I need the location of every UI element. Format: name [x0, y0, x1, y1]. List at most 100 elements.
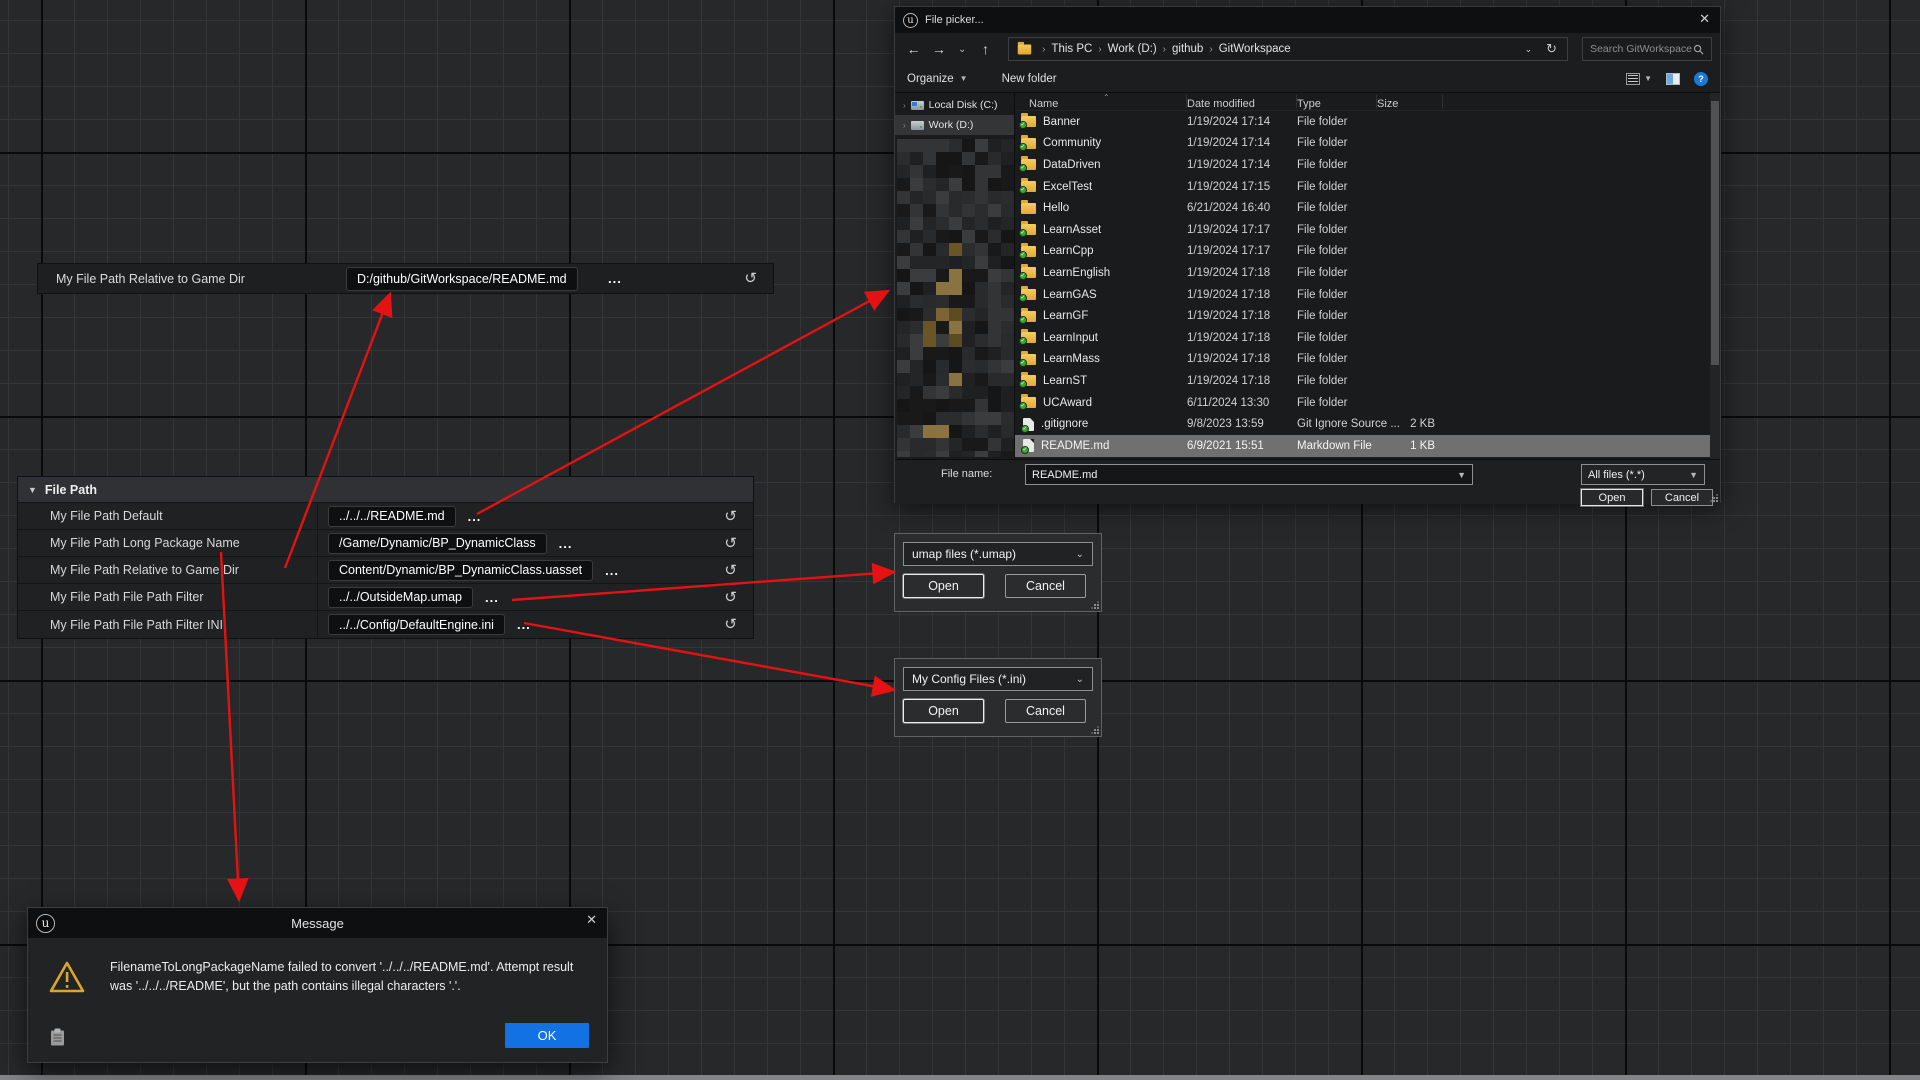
- path-value-field[interactable]: Content/Dynamic/BP_DynamicClass.uasset: [328, 560, 593, 581]
- scrollbar-thumb[interactable]: [1711, 101, 1719, 365]
- file-date-cell: 6/21/2024 16:40: [1187, 202, 1297, 214]
- ok-button[interactable]: OK: [505, 1023, 589, 1048]
- file-name-cell: ✓LearnCpp: [1015, 245, 1187, 257]
- file-row[interactable]: ✓ExcelTest1/19/2024 17:15File folder: [1015, 176, 1720, 198]
- censored-pixel: [1001, 139, 1014, 152]
- breadcrumb-segment[interactable]: This PC: [1051, 43, 1092, 55]
- censored-pixel: [962, 282, 975, 295]
- change-view-button[interactable]: ▼: [1626, 73, 1652, 85]
- file-row[interactable]: Hello6/21/2024 16:40File folder: [1015, 197, 1720, 219]
- breadcrumb-segment[interactable]: Work (D:): [1108, 43, 1157, 55]
- property-row: My File Path Default ../../../README.md..…: [18, 503, 753, 530]
- recent-locations-chevron-icon[interactable]: ⌄: [953, 44, 970, 55]
- property-label: My File Path Default: [18, 503, 318, 529]
- reset-to-default-icon[interactable]: ↺: [724, 509, 737, 524]
- cancel-button[interactable]: Cancel: [1005, 574, 1086, 598]
- file-name-input[interactable]: README.md ▼: [1025, 464, 1473, 485]
- file-row[interactable]: ✓UCAward6/11/2024 13:30File folder: [1015, 392, 1720, 414]
- path-value-field[interactable]: ../../Config/DefaultEngine.ini: [328, 614, 505, 635]
- column-header-size[interactable]: Size: [1377, 98, 1443, 110]
- file-row[interactable]: ✓LearnAsset1/19/2024 17:17File folder: [1015, 219, 1720, 241]
- back-button[interactable]: ←: [903, 41, 924, 57]
- copy-to-clipboard-icon[interactable]: [50, 1028, 65, 1046]
- address-bar[interactable]: ›This PC›Work (D:)›github›GitWorkspace ⌄…: [1008, 37, 1568, 61]
- expand-chevron-icon[interactable]: ›: [903, 101, 906, 110]
- open-button[interactable]: Open: [903, 574, 984, 598]
- message-titlebar[interactable]: u Message ✕: [28, 908, 607, 938]
- browse-ellipsis-button[interactable]: ...: [485, 590, 499, 605]
- file-row[interactable]: ✓.gitignore9/8/2023 13:59Git Ignore Sour…: [1015, 413, 1720, 435]
- path-value-field[interactable]: ../../OutsideMap.umap: [328, 587, 473, 608]
- browse-ellipsis-button[interactable]: ...: [559, 536, 573, 551]
- close-icon[interactable]: ✕: [586, 912, 597, 928]
- filter-select[interactable]: umap files (*.umap) ⌄: [903, 542, 1093, 566]
- breadcrumb-segment[interactable]: github: [1172, 43, 1203, 55]
- censored-pixel: [936, 269, 949, 282]
- address-dropdown-chevron-icon[interactable]: ⌄: [1525, 44, 1533, 55]
- git-status-badge-icon: ✓: [1021, 446, 1029, 454]
- censored-pixel: [936, 308, 949, 321]
- reset-to-default-icon[interactable]: ↺: [744, 271, 757, 286]
- reset-to-default-icon[interactable]: ↺: [724, 617, 737, 632]
- reset-to-default-icon[interactable]: ↺: [724, 590, 737, 605]
- open-button[interactable]: Open: [903, 699, 984, 723]
- close-icon[interactable]: ✕: [1699, 11, 1710, 27]
- file-row[interactable]: ✓README.md6/9/2021 15:51Markdown File1 K…: [1015, 435, 1720, 457]
- sidebar-item-work-d-[interactable]: ›Work (D:): [895, 115, 1014, 135]
- file-row[interactable]: ✓LearnEnglish1/19/2024 17:18File folder: [1015, 262, 1720, 284]
- expand-chevron-icon[interactable]: ›: [903, 121, 906, 130]
- chevron-down-icon[interactable]: ▼: [1457, 470, 1466, 480]
- reset-to-default-icon[interactable]: ↺: [724, 536, 737, 551]
- censored-pixel: [975, 308, 988, 321]
- cancel-button[interactable]: Cancel: [1005, 699, 1086, 723]
- open-button[interactable]: Open: [1581, 489, 1643, 506]
- refresh-icon[interactable]: ↻: [1546, 41, 1557, 57]
- resize-grip[interactable]: [1710, 494, 1718, 502]
- reset-to-default-icon[interactable]: ↺: [724, 563, 737, 578]
- up-button[interactable]: ↑: [975, 41, 996, 57]
- file-row[interactable]: ✓LearnGAS1/19/2024 17:18File folder: [1015, 284, 1720, 306]
- chevron-down-icon[interactable]: ⌄: [1076, 549, 1084, 560]
- breadcrumb-segment[interactable]: GitWorkspace: [1219, 43, 1291, 55]
- column-header-date[interactable]: Date modified: [1187, 98, 1297, 110]
- censored-pixel: [949, 204, 962, 217]
- file-type-select[interactable]: All files (*.*) ▼: [1581, 464, 1705, 485]
- resize-grip[interactable]: [1091, 726, 1099, 734]
- browse-ellipsis-button[interactable]: ...: [608, 271, 622, 286]
- help-icon[interactable]: ?: [1694, 72, 1708, 86]
- column-header-type[interactable]: Type: [1297, 98, 1377, 110]
- sidebar-item-local-disk-c-[interactable]: ›Local Disk (C:): [895, 95, 1014, 115]
- path-value-field[interactable]: D:/github/GitWorkspace/README.md: [346, 267, 578, 291]
- censored-pixel: [910, 204, 923, 217]
- file-row[interactable]: ✓DataDriven1/19/2024 17:14File folder: [1015, 154, 1720, 176]
- file-row[interactable]: ✓Banner1/19/2024 17:14File folder: [1015, 111, 1720, 133]
- file-name: LearnGF: [1043, 310, 1088, 322]
- resize-grip[interactable]: [1091, 601, 1099, 609]
- search-input[interactable]: Search GitWorkspace: [1582, 37, 1712, 61]
- file-row[interactable]: ✓LearnGF1/19/2024 17:18File folder: [1015, 305, 1720, 327]
- column-header-name[interactable]: Name: [1015, 98, 1187, 110]
- chevron-down-icon[interactable]: ▼: [1689, 470, 1698, 480]
- scrollbar[interactable]: [1710, 93, 1720, 459]
- browse-ellipsis-button[interactable]: ...: [605, 563, 619, 578]
- cancel-button[interactable]: Cancel: [1651, 489, 1713, 506]
- file-path-section-header[interactable]: ▼ File Path: [18, 477, 753, 503]
- preview-pane-icon[interactable]: [1666, 73, 1680, 85]
- organize-menu-button[interactable]: Organize ▼: [907, 73, 968, 85]
- new-folder-button[interactable]: New folder: [1002, 73, 1057, 85]
- file-row[interactable]: ✓LearnST1/19/2024 17:18File folder: [1015, 370, 1720, 392]
- file-picker-titlebar[interactable]: u File picker... ✕: [895, 7, 1720, 33]
- file-row[interactable]: ✓LearnInput1/19/2024 17:18File folder: [1015, 327, 1720, 349]
- path-value-field[interactable]: ../../../README.md: [328, 506, 456, 527]
- path-value-field[interactable]: /Game/Dynamic/BP_DynamicClass: [328, 533, 547, 554]
- censored-pixel: [1001, 165, 1014, 178]
- file-row[interactable]: ✓Community1/19/2024 17:14File folder: [1015, 133, 1720, 155]
- chevron-down-icon[interactable]: ⌄: [1076, 674, 1084, 685]
- browse-ellipsis-button[interactable]: ...: [468, 509, 482, 524]
- collapse-triangle-icon[interactable]: ▼: [28, 485, 37, 495]
- file-row[interactable]: ✓LearnMass1/19/2024 17:18File folder: [1015, 349, 1720, 371]
- forward-button[interactable]: →: [928, 41, 949, 57]
- browse-ellipsis-button[interactable]: ...: [517, 617, 531, 632]
- filter-select[interactable]: My Config Files (*.ini) ⌄: [903, 667, 1093, 691]
- file-row[interactable]: ✓LearnCpp1/19/2024 17:17File folder: [1015, 241, 1720, 263]
